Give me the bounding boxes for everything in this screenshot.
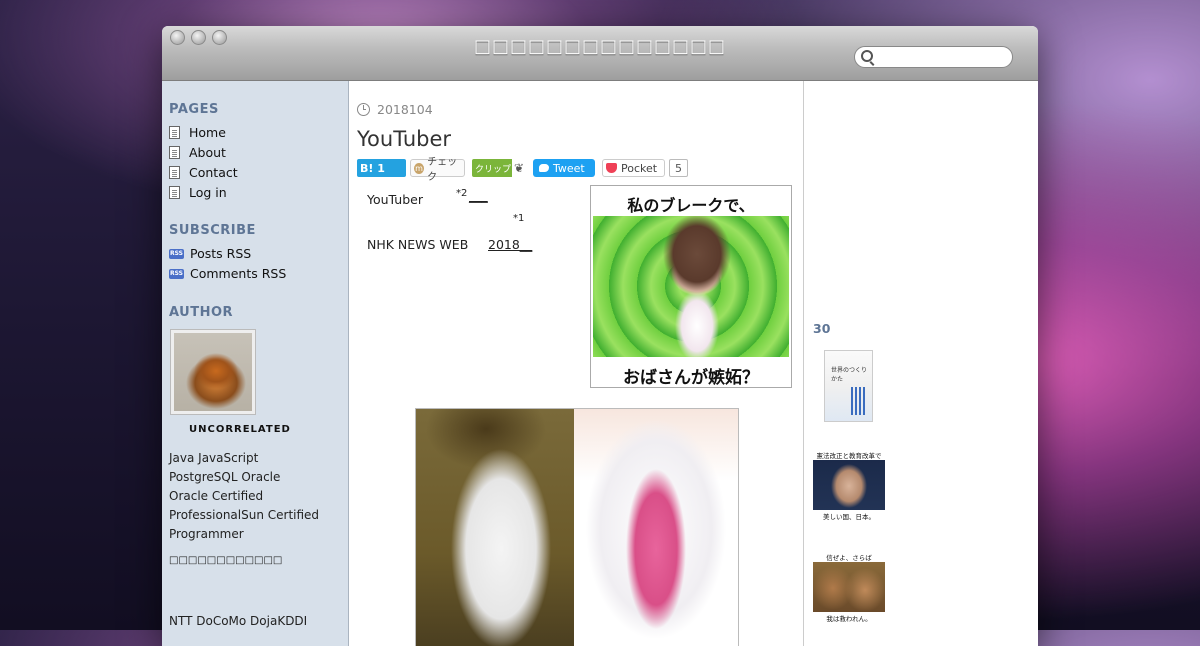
subscribe-heading: SUBSCRIBE — [169, 223, 256, 238]
bio-line: PostgreSQL Oracle — [169, 470, 281, 484]
author-name: UNCORRELATED — [189, 424, 291, 435]
left-sidebar: PAGES Home About Contact Log in SUBSCRIB… — [162, 81, 349, 646]
vtuber-outfit-image — [574, 409, 738, 646]
book-caption-top: 信ぜよ、さらば — [826, 554, 872, 562]
post-date-text: 2018104 — [377, 102, 433, 117]
sidebar-item-label[interactable]: Home — [189, 125, 226, 140]
bio-line: Java JavaScript — [169, 451, 259, 465]
sidebar-item-login[interactable]: Log in — [169, 185, 227, 200]
dog-photo — [174, 333, 252, 411]
posts-rss-link[interactable]: RSS Posts RSS — [169, 246, 251, 261]
image-caption-bottom: おばさんが嫉妬？ — [623, 368, 759, 388]
page-icon — [169, 146, 180, 159]
post-date: 2018104 — [357, 102, 433, 117]
book-caption-bottom: 我は救われん。 — [826, 615, 872, 623]
book-caption-top: 憲法改正と教育改革で — [816, 452, 882, 460]
hatena-bookmark-button[interactable]: B! 1 — [357, 159, 406, 177]
comments-rss-link[interactable]: RSS Comments RSS — [169, 266, 286, 281]
tweet-button[interactable]: Tweet — [533, 159, 595, 177]
search-box[interactable] — [854, 46, 1013, 68]
mixi-check-label: チェック — [427, 157, 458, 183]
body-link[interactable]: ___ — [469, 188, 488, 203]
book-portrait — [813, 562, 885, 612]
page-icon — [169, 126, 180, 139]
comments-rss-label[interactable]: Comments RSS — [190, 266, 286, 281]
tweet-label: Tweet — [553, 161, 585, 175]
page-icon — [169, 166, 180, 179]
footnote-ref[interactable]: *1 — [513, 213, 524, 224]
post-image-kizuna-ai[interactable]: 私のブレークで、 おばさんが嫉妬？ — [590, 185, 792, 388]
body-link[interactable]: 2018__ — [488, 237, 532, 252]
mixi-icon: m — [414, 162, 425, 174]
evernote-icon[interactable]: ❦ — [514, 159, 528, 177]
sidebar-item-label[interactable]: Log in — [189, 185, 227, 200]
body-line: YouTuber — [367, 192, 423, 207]
search-icon — [861, 50, 873, 62]
book-title: 世界のつくりかた — [831, 367, 868, 383]
clip-button[interactable]: クリップ — [472, 159, 512, 177]
bio-line: ProfessionalSun Certified — [169, 508, 320, 522]
title-bar: □□□□□□□□□□□□□□ — [162, 26, 1038, 81]
twitter-bird-icon — [539, 164, 549, 172]
author-avatar — [170, 329, 256, 415]
pocket-icon — [606, 163, 617, 173]
post-content: 2018104 YouTuber B! 1 m チェック クリップ ❦ Tweet… — [349, 81, 802, 646]
author-heading: AUTHOR — [169, 305, 234, 320]
book-cover-link[interactable]: 憲法改正と教育改革で 美しい国、日本。 — [813, 450, 885, 521]
posts-rss-label[interactable]: Posts RSS — [190, 246, 251, 261]
bio-line: Programmer — [169, 527, 244, 541]
vtuber-illustration — [593, 216, 789, 357]
pocket-count: 5 — [669, 159, 688, 177]
post-image-comparison[interactable] — [415, 408, 739, 646]
sidebar-item-contact[interactable]: Contact — [169, 165, 238, 180]
bio-line: Oracle Certified — [169, 489, 264, 503]
book-caption-bottom: 美しい国、日本。 — [823, 513, 875, 521]
book-cover-pattern — [851, 387, 867, 415]
post-title[interactable]: YouTuber — [357, 127, 451, 151]
rss-icon: RSS — [169, 268, 184, 279]
image-caption-top: 私のブレークで、 — [627, 196, 755, 215]
sidebar-item-about[interactable]: About — [169, 145, 226, 160]
body-line: NHK NEWS WEB — [367, 237, 469, 252]
rss-icon: RSS — [169, 248, 184, 259]
pocket-label: Pocket — [621, 161, 658, 175]
mixi-check-button[interactable]: m チェック — [410, 157, 465, 183]
bio-line: NTT DoCoMo DojaKDDI — [169, 614, 308, 628]
clock-icon — [357, 103, 370, 116]
right-sidebar-heading: 30 — [813, 321, 831, 336]
book-cover-link[interactable]: 信ぜよ、さらば 我は救われん。 — [813, 552, 885, 623]
right-sidebar: 30 世界のつくりかた 憲法改正と教育改革で 美しい国、日本。 信ぜよ、さらば … — [803, 81, 1038, 646]
sidebar-item-label[interactable]: Contact — [189, 165, 238, 180]
book-cover-link[interactable]: 世界のつくりかた — [824, 350, 873, 422]
pages-heading: PAGES — [169, 102, 219, 117]
browser-window: □□□□□□□□□□□□□□ PAGES Home About Contact … — [162, 26, 1038, 646]
search-input[interactable] — [877, 48, 1009, 66]
sidebar-item-home[interactable]: Home — [169, 125, 226, 140]
photo-woman — [416, 409, 574, 646]
sidebar-item-label[interactable]: About — [189, 145, 226, 160]
bio-note: □□□□□□□□□□□□ — [169, 555, 283, 566]
footnote-ref[interactable]: *2 — [456, 188, 467, 199]
page-icon — [169, 186, 180, 199]
pocket-button[interactable]: Pocket — [602, 159, 665, 177]
book-portrait — [813, 460, 885, 510]
